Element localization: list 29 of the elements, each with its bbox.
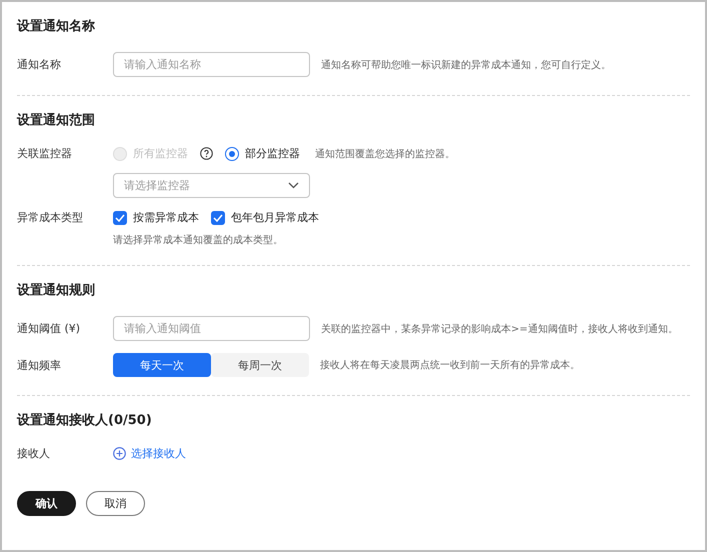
checkbox-option[interactable]: 按需异常成本 [113,210,199,225]
cancel-button[interactable]: 取消 [86,491,145,516]
field-label: 通知名称 [17,57,62,72]
help-text: 接收人将在每天凌晨两点统一收到前一天所有的异常成本。 [320,358,581,372]
section-title: 设置通知范围 [17,112,96,130]
text-input[interactable]: 请输入通知名称 [113,52,310,77]
check-icon [115,214,125,222]
help-text: 关联的监控器中，某条异常记录的影响成本>=通知阈值时，接收人将收到通知。 [321,322,679,336]
chevron-down-icon [288,182,299,189]
text-input[interactable]: 请输入通知阈值 [113,316,310,341]
frequency-option[interactable]: 每天一次 [113,353,211,377]
plus-circle-icon [113,447,126,460]
field-label: 接收人 [17,446,51,461]
field-label: 关联监控器 [17,146,73,161]
help-text: 通知名称可帮助您唯一标识新建的异常成本通知，您可自行定义。 [321,58,612,72]
checkbox-option[interactable]: 包年包月异常成本 [211,210,319,225]
field-label: 通知频率 [17,358,62,372]
field-label: 异常成本类型 [17,210,84,225]
check-icon [213,214,223,222]
frequency-option[interactable]: 每周一次 [211,353,309,377]
section-title: 设置通知名称 [17,18,96,36]
section-title: 设置通知规则 [17,282,96,300]
section-title: 设置通知接收人(0/50) [17,412,153,430]
help-text: 请选择异常成本通知覆盖的成本类型。 [113,234,284,247]
field-label: 通知阈值 (¥) [17,321,82,336]
help-text: 通知范围覆盖您选择的监控器。 [315,148,456,160]
radio-option[interactable]: 部分监控器 [225,146,300,161]
confirm-button[interactable]: 确认 [17,491,76,516]
select-recipient-link[interactable]: 选择接收人 [113,446,186,461]
